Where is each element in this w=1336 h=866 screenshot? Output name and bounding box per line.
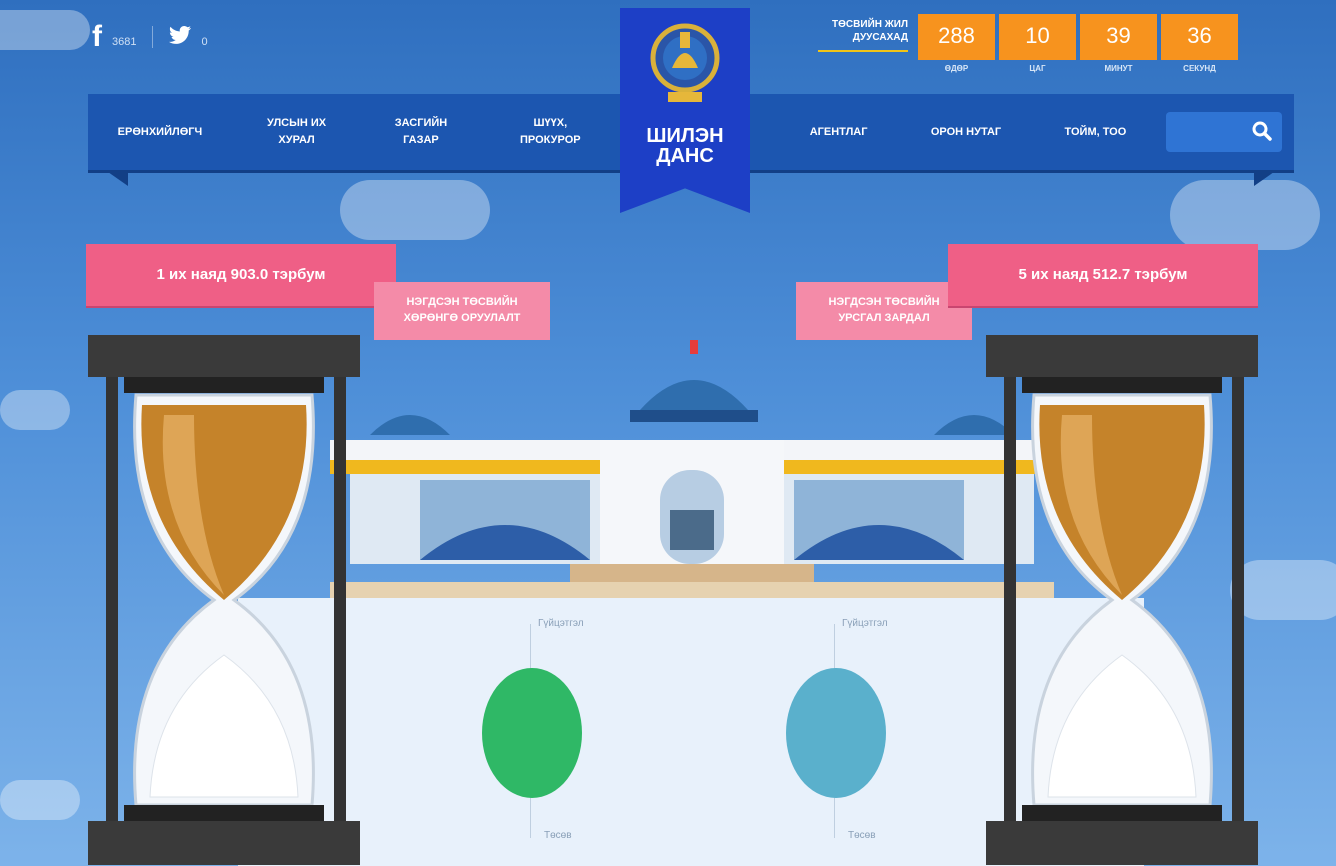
countdown-minutes-label: МИНУТ [1104,64,1133,73]
brand-title: ШИЛЭН ДАНС [620,126,750,166]
nav-left-group: ЕРӨНХИЙЛӨГЧ УЛСЫН ИХ ХУРАЛ ЗАСГИЙН ГАЗАР… [88,94,620,170]
expense-amount: 5 их наяд 512.7 тэрбум [1018,266,1188,283]
twitter-count: 0 [201,36,208,48]
nav-item-stats[interactable]: ТОЙМ, ТОО [1065,124,1127,141]
countdown-days-label: ӨДӨР [944,64,969,73]
income-label-line2: ХӨРӨНГӨ ОРУУЛАЛТ [403,312,521,324]
search-input[interactable] [1166,112,1282,152]
nav-item-local[interactable]: ОРОН НУТАГ [931,124,1001,141]
countdown-hours-value: 10 [999,14,1076,60]
countdown-title: ТӨСВИЙН ЖИЛ ДУУСАХАД [812,18,908,52]
brand-title-line2: ДАНС [656,145,714,167]
brand-title-line1: ШИЛЭН [646,125,724,147]
countdown-title-line1: ТӨСВИЙН ЖИЛ [832,19,908,30]
income-label-line1: НЭГДСЭН ТӨСВИЙН [406,296,518,308]
countdown-seconds-value: 36 [1161,14,1238,60]
expense-amount-ribbon: 5 их наяд 512.7 тэрбум [948,244,1258,306]
search-icon[interactable] [1252,121,1272,141]
countdown-seconds: 36 СЕКУНД [1161,14,1238,73]
countdown-days: 288 ӨДӨР [918,14,995,73]
cloud [0,780,80,820]
income-hourglass [88,335,360,865]
expense-gauge-top-label: Гүйцэтгэл [842,618,888,629]
income-gauge-bottom-label: Төсөв [544,830,572,841]
nav-right-group: АГЕНТЛАГ ОРОН НУТАГ ТОЙМ, ТОО [778,94,1158,170]
twitter-icon[interactable] [169,24,192,50]
facebook-count: 3681 [112,36,137,48]
nav-item-courts[interactable]: ШҮҮХ, ПРОКУРОР [510,115,590,149]
expense-hourglass [986,335,1258,865]
expense-label-ribbon: НЭГДСЭН ТӨСВИЙН УРСГАЛ ЗАРДАЛ [796,282,972,340]
facebook-icon[interactable]: f [92,22,102,52]
countdown-minutes: 39 МИНУТ [1080,14,1157,73]
nav-item-agencies[interactable]: АГЕНТЛАГ [810,124,868,141]
state-emblem-icon [650,23,720,102]
expense-label-line2: УРСГАЛ ЗАРДАЛ [838,312,930,324]
countdown-hours: 10 ЦАГ [999,14,1076,73]
income-gauge-top-label: Гүйцэтгэл [538,618,584,629]
income-amount-ribbon: 1 их наяд 903.0 тэрбум [86,244,396,306]
countdown-seconds-label: СЕКУНД [1183,64,1216,73]
expense-gauge-bottom-label: Төсөв [848,830,876,841]
cloud [1170,180,1320,250]
income-label-ribbon: НЭГДСЭН ТӨСВИЙН ХӨРӨНГӨ ОРУУЛАЛТ [374,282,550,340]
countdown-minutes-value: 39 [1080,14,1157,60]
brand-banner[interactable]: ШИЛЭН ДАНС [620,8,750,213]
nav-item-president[interactable]: ЕРӨНХИЙЛӨГЧ [118,124,203,141]
nav-item-parliament[interactable]: УЛСЫН ИХ ХУРАЛ [262,115,332,149]
social-bar: f 3681 0 [92,22,208,52]
divider [152,26,154,48]
countdown-days-value: 288 [918,14,995,60]
countdown-title-line2: ДУУСАХАД [852,32,908,43]
cloud [340,180,490,240]
expense-label-line1: НЭГДСЭН ТӨСВИЙН [828,296,940,308]
countdown-underline [818,50,908,52]
cloud [0,10,90,50]
income-amount: 1 их наяд 903.0 тэрбум [156,266,326,283]
government-palace-illustration [330,340,1054,600]
income-gauge[interactable] [482,668,582,798]
countdown-hours-label: ЦАГ [1029,64,1046,73]
nav-item-government[interactable]: ЗАСГИЙН ГАЗАР [391,115,451,149]
cloud [0,390,70,430]
countdown-timer: 288 ӨДӨР 10 ЦАГ 39 МИНУТ 36 СЕКУНД [918,14,1238,73]
expense-gauge[interactable] [786,668,886,798]
